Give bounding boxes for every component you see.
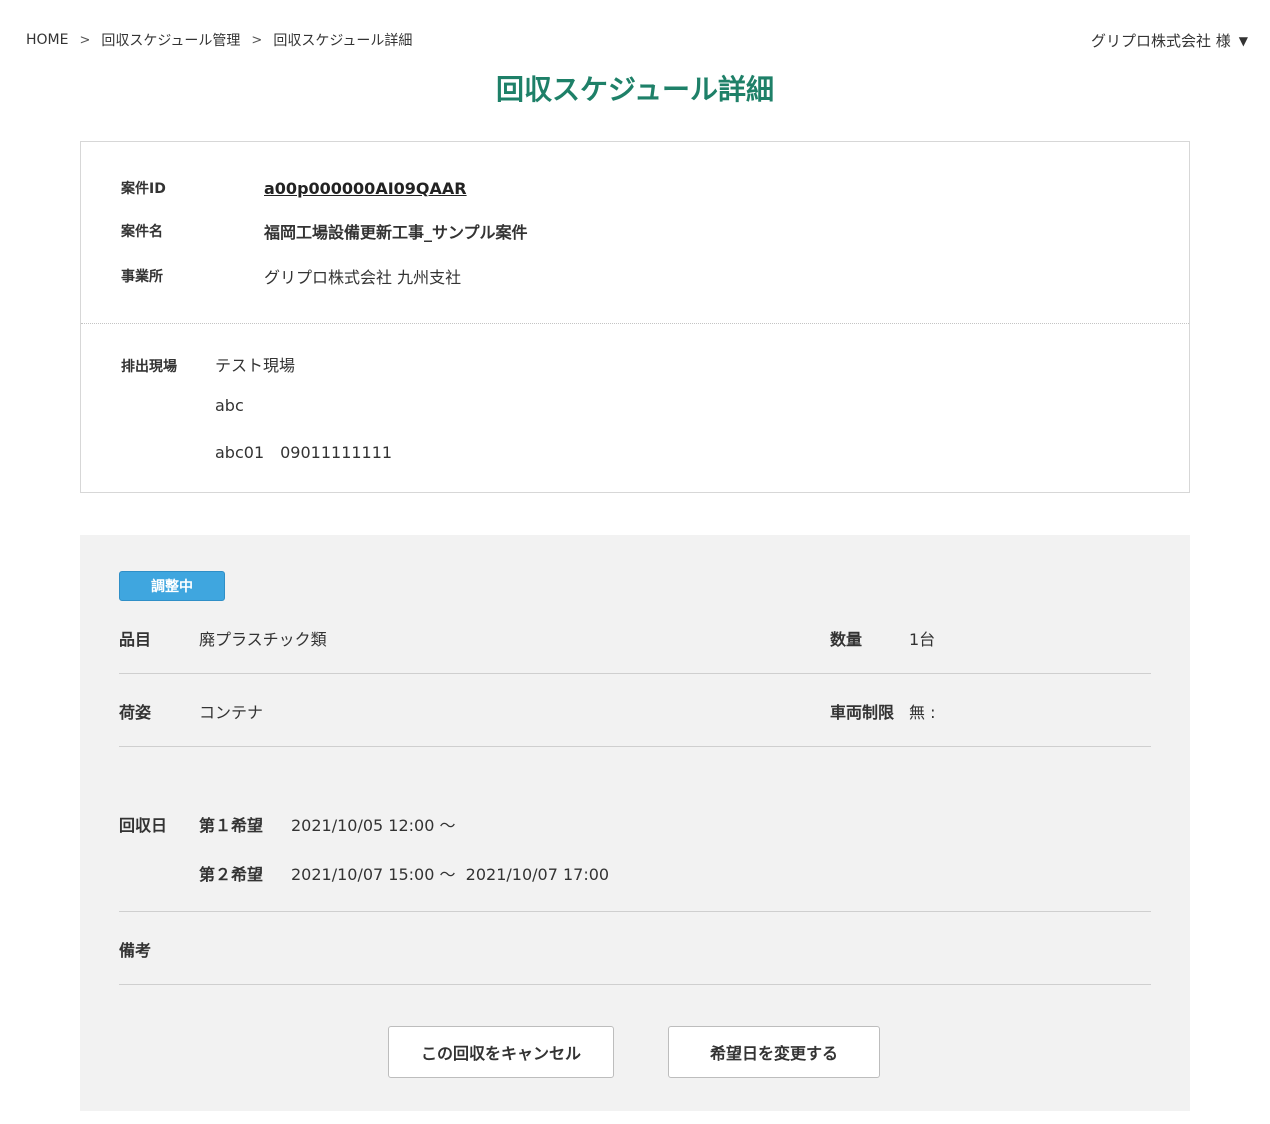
page-title: 回収スケジュール詳細 (495, 73, 775, 106)
status-badge: 調整中 (119, 571, 225, 601)
site-contact: abc01 09011111111 (215, 443, 393, 462)
chevron-right-icon: > (79, 32, 91, 48)
user-name: グリプロ株式会社 様 (1090, 32, 1231, 50)
item-value: 廃プラスチック類 (199, 630, 327, 649)
section-divider (81, 323, 1189, 324)
packing-label: 荷姿 (119, 703, 152, 722)
divider (119, 984, 1151, 985)
site-name: テスト現場 (215, 356, 296, 375)
project-id-label: 案件ID (121, 181, 166, 197)
office-value: グリプロ株式会社 九州支社 (264, 268, 462, 287)
remarks-label: 備考 (119, 941, 152, 960)
project-info-card: 案件ID a00p000000AI09QAAR 案件名 福岡工場設備更新工事_サ… (80, 141, 1190, 493)
item-label: 品目 (119, 630, 152, 649)
collection-date-label: 回収日 (119, 816, 168, 835)
collection-detail-card: 調整中 品目 廃プラスチック類 数量 1台 荷姿 コンテナ 車両制限 無 : 回… (80, 535, 1190, 1111)
first-choice-value: 2021/10/05 12:00 〜 (291, 816, 456, 835)
quantity-label: 数量 (830, 630, 863, 649)
project-name-label: 案件名 (121, 224, 163, 240)
office-row: 事業所 グリプロ株式会社 九州支社 (121, 264, 461, 288)
second-choice-value: 2021/10/07 15:00 〜 2021/10/07 17:00 (291, 865, 610, 884)
office-label: 事業所 (121, 269, 163, 285)
quantity-value: 1台 (909, 630, 936, 649)
first-choice-label: 第１希望 (199, 816, 264, 835)
divider (119, 746, 1151, 747)
breadcrumb-home-link[interactable]: HOME (26, 32, 68, 48)
project-name-row: 案件名 福岡工場設備更新工事_サンプル案件 (121, 219, 528, 243)
user-menu[interactable]: グリプロ株式会社 様 ▼ (1091, 30, 1248, 51)
divider (119, 911, 1151, 912)
site-label: 排出現場 (121, 359, 177, 375)
change-date-button[interactable]: 希望日を変更する (668, 1026, 880, 1078)
second-choice-label: 第２希望 (199, 865, 264, 884)
project-name-value: 福岡工場設備更新工事_サンプル案件 (264, 223, 528, 242)
project-id-row: 案件ID a00p000000AI09QAAR (121, 178, 467, 198)
project-id-link[interactable]: a00p000000AI09QAAR (264, 179, 467, 198)
breadcrumb: HOME > 回収スケジュール管理 > 回収スケジュール詳細 (26, 30, 412, 50)
chevron-right-icon: > (251, 32, 263, 48)
breadcrumb-schedule-management-link[interactable]: 回収スケジュール管理 (101, 30, 240, 50)
caret-down-icon: ▼ (1238, 33, 1248, 48)
divider (119, 673, 1151, 674)
cancel-collection-button[interactable]: この回収をキャンセル (388, 1026, 614, 1078)
vehicle-limit-value: 無 : (909, 703, 936, 722)
packing-value: コンテナ (199, 703, 264, 722)
site-address: abc (215, 396, 244, 415)
breadcrumb-current: 回収スケジュール詳細 (273, 33, 413, 49)
vehicle-limit-label: 車両制限 (830, 703, 895, 722)
